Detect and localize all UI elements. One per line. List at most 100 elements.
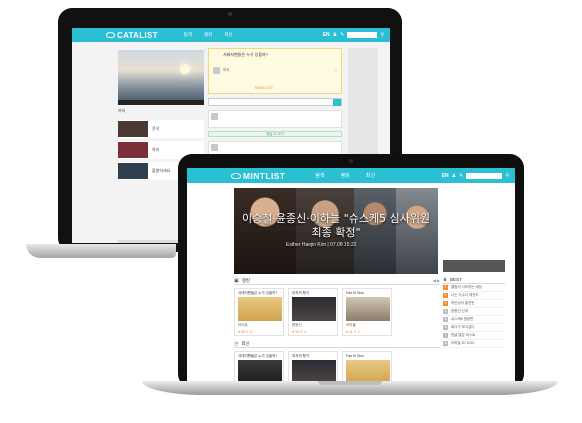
list-card[interactable]: 서태지팬들은 누가 있을까? bbox=[234, 351, 284, 384]
front-laptop-base bbox=[142, 381, 558, 395]
language-toggle[interactable]: EN bbox=[323, 32, 330, 38]
list-card[interactable]: 여자의 향기 윤종신 ♥ 36 ✎ 3 bbox=[288, 288, 338, 336]
rank-badge: 2 bbox=[443, 293, 448, 298]
video-player[interactable] bbox=[118, 50, 204, 100]
mintlist-nav-links: 탐색 랭킹 최신 bbox=[315, 172, 375, 179]
list-item[interactable]: 윤석 bbox=[118, 120, 204, 138]
mintlist-logo[interactable]: MINTLIST bbox=[231, 171, 285, 181]
card-title: 서태지팬들은 누가 있을까? bbox=[238, 354, 278, 358]
search-input[interactable] bbox=[466, 172, 503, 179]
bird-logo-icon bbox=[231, 173, 241, 180]
list-card[interactable]: Fan Ki Sion 아이돌 ♥ 11 ✎ 2 bbox=[342, 288, 392, 336]
language-toggle[interactable]: EN bbox=[442, 173, 449, 179]
section-pager[interactable]: ◀ ▶ bbox=[433, 278, 440, 283]
card-stats: ♥ 88 ✎ 8 bbox=[238, 330, 252, 334]
list-card[interactable]: 여자의 향기 bbox=[288, 351, 338, 384]
list-card[interactable]: 서태지팬들은 누가 있을까? 아이유 ♥ 88 ✎ 8 bbox=[234, 288, 284, 336]
catalist-feed: 서태지팬들은 누가 있을까? 하지 □ MINTLIST 댓글 더 보기 bbox=[208, 48, 342, 159]
card-stats: ♥ 36 ✎ 3 bbox=[292, 330, 306, 334]
search-icon[interactable]: ⚲ bbox=[380, 32, 384, 38]
sidebar-item-label: 슈스케5 명장면 bbox=[451, 317, 474, 321]
sidebar-item-label: 이하늘 DJ DOC bbox=[451, 341, 475, 345]
card-thumbnail bbox=[238, 297, 282, 321]
sidebar-header: ♛ BEST bbox=[443, 276, 505, 284]
front-laptop-screen: MINTLIST 탐색 랭킹 최신 EN ♟ ✎ ⚲ 이승철·윤종신·이하늘 "… bbox=[187, 168, 515, 384]
sidebar-item[interactable]: 8 이하늘 DJ DOC bbox=[443, 340, 505, 348]
video-controls[interactable] bbox=[118, 100, 204, 105]
catalist-nav-links: 탐색 랭킹 최신 bbox=[184, 32, 233, 38]
user-icon[interactable]: ♟ bbox=[333, 32, 337, 38]
rank-badge: 3 bbox=[443, 301, 448, 306]
card-name: 아이유 bbox=[238, 323, 248, 327]
card-thumbnail bbox=[292, 297, 336, 321]
bird-logo-icon bbox=[106, 32, 115, 39]
sidebar-item[interactable]: 6 바다가 보고싶다 bbox=[443, 324, 505, 332]
sidebar-title: BEST bbox=[450, 277, 462, 282]
comment-icon[interactable]: □ bbox=[335, 68, 337, 73]
card-row: 서태지팬들은 누가 있을까? 여자의 향기 Fan Ki Sion bbox=[234, 351, 440, 384]
avatar bbox=[211, 144, 218, 151]
section-title: 랭킹 bbox=[241, 277, 251, 283]
rank-badge: 1 bbox=[443, 285, 448, 290]
ranking-section: ▣ 랭킹 ◀ ▶ 서태지팬들은 누가 있을까? 아이유 ♥ 88 ✎ 8 여자의… bbox=[234, 277, 440, 336]
card-title: 여자의 향기 bbox=[292, 291, 310, 295]
catalist-nav-tools: EN ♟ ✎ ⚲ bbox=[323, 32, 384, 38]
user-icon[interactable]: ♟ bbox=[452, 173, 456, 179]
nav-link-recent[interactable]: 최신 bbox=[366, 172, 375, 179]
list-card[interactable]: Fan Ki Sion bbox=[342, 351, 392, 384]
section-header: ◷ 최신 bbox=[234, 340, 440, 348]
comment-input[interactable] bbox=[208, 98, 342, 106]
list-item-label: 출발하세요 bbox=[152, 168, 171, 173]
rank-badge: 4 bbox=[443, 309, 448, 314]
sidebar-item[interactable]: 1 앨범이 사라지는 세상 bbox=[443, 284, 505, 292]
sidebar-item[interactable]: 2 나는 가수다 레전드 bbox=[443, 292, 505, 300]
nav-link-explore[interactable]: 탐색 bbox=[184, 32, 192, 38]
catalist-logo[interactable]: CATALIST bbox=[106, 31, 158, 40]
submit-button[interactable] bbox=[333, 99, 341, 106]
nav-link-ranking[interactable]: 랭킹 bbox=[341, 172, 350, 179]
card-title: Fan Ki Sion bbox=[346, 354, 365, 358]
nav-link-ranking[interactable]: 랭킹 bbox=[204, 32, 212, 38]
rank-badge: 8 bbox=[443, 341, 448, 346]
list-thumbnail bbox=[118, 121, 148, 137]
hero-meta: Esther Haejin Kim | 07.08 15:22 bbox=[286, 242, 357, 248]
side-banner[interactable] bbox=[443, 260, 505, 272]
video-author: 하지 bbox=[118, 108, 126, 113]
highlight-post[interactable]: 서태지팬들은 누가 있을까? 하지 □ MINTLIST bbox=[208, 48, 342, 94]
trophy-icon: ♛ bbox=[443, 276, 448, 282]
mintlist-badge: MINTLIST bbox=[255, 85, 274, 90]
mintlist-nav-tools: EN ♟ ✎ ⚲ bbox=[442, 172, 509, 179]
sidebar-item-label: 윤종신 신곡 bbox=[451, 309, 469, 313]
camera-icon bbox=[228, 12, 232, 16]
nav-link-explore[interactable]: 탐색 bbox=[315, 172, 324, 179]
back-laptop-base bbox=[26, 244, 176, 258]
rank-badge: 6 bbox=[443, 325, 448, 330]
sidebar-item[interactable]: 7 댓글 많은 리스트 bbox=[443, 332, 505, 340]
card-title: 여자의 향기 bbox=[292, 354, 310, 358]
sidebar-item[interactable]: 3 히든싱어 출연진 bbox=[443, 300, 505, 308]
sidebar-item-label: 앨범이 사라지는 세상 bbox=[451, 285, 482, 289]
sidebar-item[interactable]: 4 윤종신 신곡 bbox=[443, 308, 505, 316]
list-thumbnail bbox=[118, 163, 148, 179]
video-still-sun bbox=[180, 64, 190, 74]
sidebar-item-label: 바다가 보고싶다 bbox=[451, 325, 475, 329]
search-input[interactable] bbox=[347, 32, 378, 38]
search-icon[interactable]: ⚲ bbox=[505, 173, 509, 179]
rank-badge: 5 bbox=[443, 317, 448, 322]
load-more-bar[interactable]: 댓글 더 보기 bbox=[208, 131, 342, 137]
front-laptop: MINTLIST 탐색 랭킹 최신 EN ♟ ✎ ⚲ 이승철·윤종신·이하늘 "… bbox=[178, 154, 524, 388]
mintlist-navbar: MINTLIST 탐색 랭킹 최신 EN ♟ ✎ ⚲ bbox=[187, 168, 515, 183]
catalist-navbar: CATALIST 탐색 랭킹 최신 EN ♟ ✎ ⚲ bbox=[72, 28, 390, 42]
sidebar-item[interactable]: 5 슈스케5 명장면 bbox=[443, 316, 505, 324]
pencil-icon[interactable]: ✎ bbox=[340, 32, 344, 38]
nav-link-recent[interactable]: 최신 bbox=[224, 32, 232, 38]
avatar bbox=[211, 113, 218, 120]
pencil-icon[interactable]: ✎ bbox=[459, 173, 463, 179]
hero-banner[interactable]: 이승철·윤종신·이하늘 "슈스케5 심사위원 최종 확정" Esther Hae… bbox=[234, 188, 438, 274]
card-thumbnail bbox=[346, 297, 390, 321]
ranking-icon: ▣ bbox=[234, 277, 239, 284]
product-mockup-scene: CATALIST 탐색 랭킹 최신 EN ♟ ✎ ⚲ 하지 윤석 하지 출발하세… bbox=[0, 0, 582, 423]
post-title: 서태지팬들은 누가 있을까? bbox=[223, 52, 268, 57]
feed-card[interactable] bbox=[208, 110, 342, 128]
list-item-label: 하지 bbox=[152, 147, 160, 152]
